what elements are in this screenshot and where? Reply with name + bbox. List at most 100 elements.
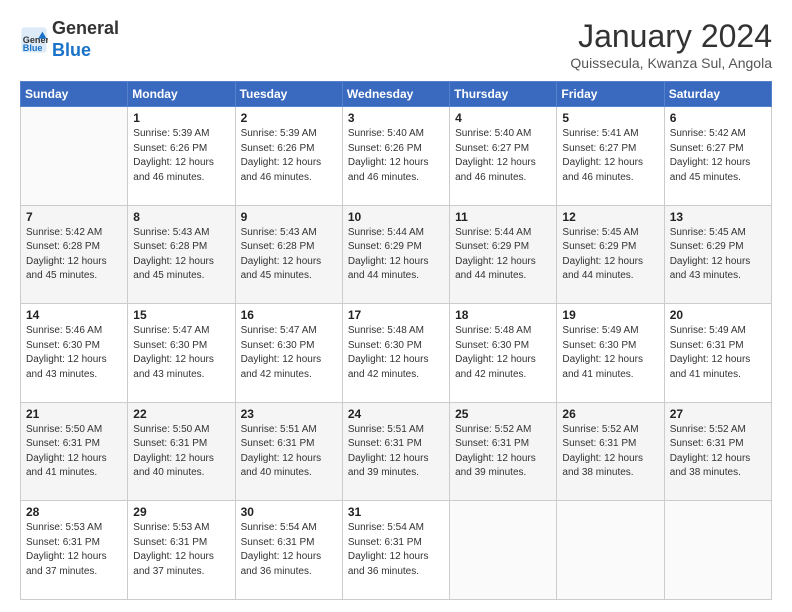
day-info: Sunrise: 5:50 AMSunset: 6:31 PMDaylight:… xyxy=(26,423,122,481)
day-info: Sunrise: 5:52 AMSunset: 6:31 PMDaylight:… xyxy=(670,423,766,481)
weekday-header: Thursday xyxy=(450,82,557,107)
day-number: 23 xyxy=(241,407,337,421)
calendar-cell: 25 Sunrise: 5:52 AMSunset: 6:31 PMDayligh… xyxy=(450,402,557,501)
calendar-cell: 12Sunrise: 5:45 AMSunset: 6:29 PMDayligh… xyxy=(557,205,664,304)
calendar-week-row: 1 Sunrise: 5:39 AMSunset: 6:26 PMDaylight… xyxy=(21,107,772,206)
day-number: 6 xyxy=(670,111,766,125)
day-info: Sunrise: 5:39 AMSunset: 6:26 PMDaylight:… xyxy=(241,127,337,185)
day-info: Sunrise: 5:52 AMSunset: 6:31 PMDaylight:… xyxy=(455,423,551,481)
day-info: Sunrise: 5:54 AMSunset: 6:31 PMDaylight:… xyxy=(241,521,337,579)
day-info: Sunrise: 5:46 AMSunset: 6:30 PMDaylight:… xyxy=(26,324,122,382)
day-info: Sunrise: 5:43 AMSunset: 6:28 PMDaylight:… xyxy=(241,226,337,284)
day-number: 27 xyxy=(670,407,766,421)
calendar-cell: 3 Sunrise: 5:40 AMSunset: 6:26 PMDaylight… xyxy=(342,107,449,206)
day-info: Sunrise: 5:42 AMSunset: 6:28 PMDaylight:… xyxy=(26,226,122,284)
day-info: Sunrise: 5:45 AMSunset: 6:29 PMDaylight:… xyxy=(562,226,658,284)
day-number: 17 xyxy=(348,308,444,322)
calendar-cell: 28 Sunrise: 5:53 AMSunset: 6:31 PMDayligh… xyxy=(21,501,128,600)
day-number: 4 xyxy=(455,111,551,125)
weekday-header: Saturday xyxy=(664,82,771,107)
calendar-cell: 2 Sunrise: 5:39 AMSunset: 6:26 PMDaylight… xyxy=(235,107,342,206)
calendar-cell: 19 Sunrise: 5:49 AMSunset: 6:30 PMDayligh… xyxy=(557,304,664,403)
calendar-cell: 4 Sunrise: 5:40 AMSunset: 6:27 PMDaylight… xyxy=(450,107,557,206)
day-number: 29 xyxy=(133,505,229,519)
header: General Blue General Blue January 2024 Q… xyxy=(20,18,772,71)
weekday-header: Sunday xyxy=(21,82,128,107)
calendar-cell: 1 Sunrise: 5:39 AMSunset: 6:26 PMDaylight… xyxy=(128,107,235,206)
day-number: 28 xyxy=(26,505,122,519)
calendar-cell: 15Sunrise: 5:47 AMSunset: 6:30 PMDayligh… xyxy=(128,304,235,403)
day-info: Sunrise: 5:51 AMSunset: 6:31 PMDaylight:… xyxy=(241,423,337,481)
calendar-cell: 13 Sunrise: 5:45 AMSunset: 6:29 PMDayligh… xyxy=(664,205,771,304)
day-info: Sunrise: 5:40 AMSunset: 6:27 PMDaylight:… xyxy=(455,127,551,185)
weekday-header: Monday xyxy=(128,82,235,107)
day-number: 26 xyxy=(562,407,658,421)
calendar-cell xyxy=(664,501,771,600)
day-number: 20 xyxy=(670,308,766,322)
day-number: 8 xyxy=(133,210,229,224)
day-number: 2 xyxy=(241,111,337,125)
day-number: 31 xyxy=(348,505,444,519)
day-number: 18 xyxy=(455,308,551,322)
day-number: 30 xyxy=(241,505,337,519)
calendar-cell: 21 Sunrise: 5:50 AMSunset: 6:31 PMDayligh… xyxy=(21,402,128,501)
day-info: Sunrise: 5:47 AMSunset: 6:30 PMDaylight:… xyxy=(241,324,337,382)
calendar-cell: 30 Sunrise: 5:54 AMSunset: 6:31 PMDayligh… xyxy=(235,501,342,600)
day-number: 13 xyxy=(670,210,766,224)
day-info: Sunrise: 5:53 AMSunset: 6:31 PMDaylight:… xyxy=(133,521,229,579)
calendar-cell: 18 Sunrise: 5:48 AMSunset: 6:30 PMDayligh… xyxy=(450,304,557,403)
svg-text:Blue: Blue xyxy=(23,43,43,53)
day-info: Sunrise: 5:52 AMSunset: 6:31 PMDaylight:… xyxy=(562,423,658,481)
day-number: 21 xyxy=(26,407,122,421)
calendar-cell: 11 Sunrise: 5:44 AMSunset: 6:29 PMDayligh… xyxy=(450,205,557,304)
calendar-cell: 29 Sunrise: 5:53 AMSunset: 6:31 PMDayligh… xyxy=(128,501,235,600)
day-number: 5 xyxy=(562,111,658,125)
month-title: January 2024 xyxy=(570,18,772,55)
calendar-cell: 9 Sunrise: 5:43 AMSunset: 6:28 PMDaylight… xyxy=(235,205,342,304)
day-number: 22 xyxy=(133,407,229,421)
day-info: Sunrise: 5:42 AMSunset: 6:27 PMDaylight:… xyxy=(670,127,766,185)
calendar-header-row: SundayMondayTuesdayWednesdayThursdayFrid… xyxy=(21,82,772,107)
day-info: Sunrise: 5:48 AMSunset: 6:30 PMDaylight:… xyxy=(455,324,551,382)
day-info: Sunrise: 5:44 AMSunset: 6:29 PMDaylight:… xyxy=(348,226,444,284)
day-info: Sunrise: 5:49 AMSunset: 6:30 PMDaylight:… xyxy=(562,324,658,382)
calendar-cell: 27 Sunrise: 5:52 AMSunset: 6:31 PMDayligh… xyxy=(664,402,771,501)
day-info: Sunrise: 5:44 AMSunset: 6:29 PMDaylight:… xyxy=(455,226,551,284)
calendar-cell: 26 Sunrise: 5:52 AMSunset: 6:31 PMDayligh… xyxy=(557,402,664,501)
day-number: 9 xyxy=(241,210,337,224)
calendar-week-row: 28 Sunrise: 5:53 AMSunset: 6:31 PMDayligh… xyxy=(21,501,772,600)
day-info: Sunrise: 5:45 AMSunset: 6:29 PMDaylight:… xyxy=(670,226,766,284)
day-info: Sunrise: 5:40 AMSunset: 6:26 PMDaylight:… xyxy=(348,127,444,185)
calendar-cell: 24Sunrise: 5:51 AMSunset: 6:31 PMDayligh… xyxy=(342,402,449,501)
day-number: 24 xyxy=(348,407,444,421)
calendar-cell: 8 Sunrise: 5:43 AMSunset: 6:28 PMDaylight… xyxy=(128,205,235,304)
day-number: 11 xyxy=(455,210,551,224)
day-number: 7 xyxy=(26,210,122,224)
day-number: 14 xyxy=(26,308,122,322)
calendar-week-row: 7 Sunrise: 5:42 AMSunset: 6:28 PMDaylight… xyxy=(21,205,772,304)
logo-text-general: General xyxy=(52,18,119,40)
day-number: 19 xyxy=(562,308,658,322)
day-info: Sunrise: 5:49 AMSunset: 6:31 PMDaylight:… xyxy=(670,324,766,382)
calendar-cell: 31 Sunrise: 5:54 AMSunset: 6:31 PMDayligh… xyxy=(342,501,449,600)
calendar-cell xyxy=(557,501,664,600)
day-info: Sunrise: 5:41 AMSunset: 6:27 PMDaylight:… xyxy=(562,127,658,185)
day-number: 1 xyxy=(133,111,229,125)
calendar-cell: 17 Sunrise: 5:48 AMSunset: 6:30 PMDayligh… xyxy=(342,304,449,403)
weekday-header: Tuesday xyxy=(235,82,342,107)
day-number: 25 xyxy=(455,407,551,421)
page: General Blue General Blue January 2024 Q… xyxy=(0,0,792,612)
location: Quissecula, Kwanza Sul, Angola xyxy=(570,55,772,71)
day-number: 15 xyxy=(133,308,229,322)
day-info: Sunrise: 5:43 AMSunset: 6:28 PMDaylight:… xyxy=(133,226,229,284)
calendar-table: SundayMondayTuesdayWednesdayThursdayFrid… xyxy=(20,81,772,600)
day-info: Sunrise: 5:48 AMSunset: 6:30 PMDaylight:… xyxy=(348,324,444,382)
day-number: 3 xyxy=(348,111,444,125)
day-info: Sunrise: 5:39 AMSunset: 6:26 PMDaylight:… xyxy=(133,127,229,185)
day-info: Sunrise: 5:53 AMSunset: 6:31 PMDaylight:… xyxy=(26,521,122,579)
logo-icon: General Blue xyxy=(20,26,48,54)
logo: General Blue General Blue xyxy=(20,18,119,61)
weekday-header: Wednesday xyxy=(342,82,449,107)
calendar-cell: 6 Sunrise: 5:42 AMSunset: 6:27 PMDaylight… xyxy=(664,107,771,206)
day-info: Sunrise: 5:54 AMSunset: 6:31 PMDaylight:… xyxy=(348,521,444,579)
